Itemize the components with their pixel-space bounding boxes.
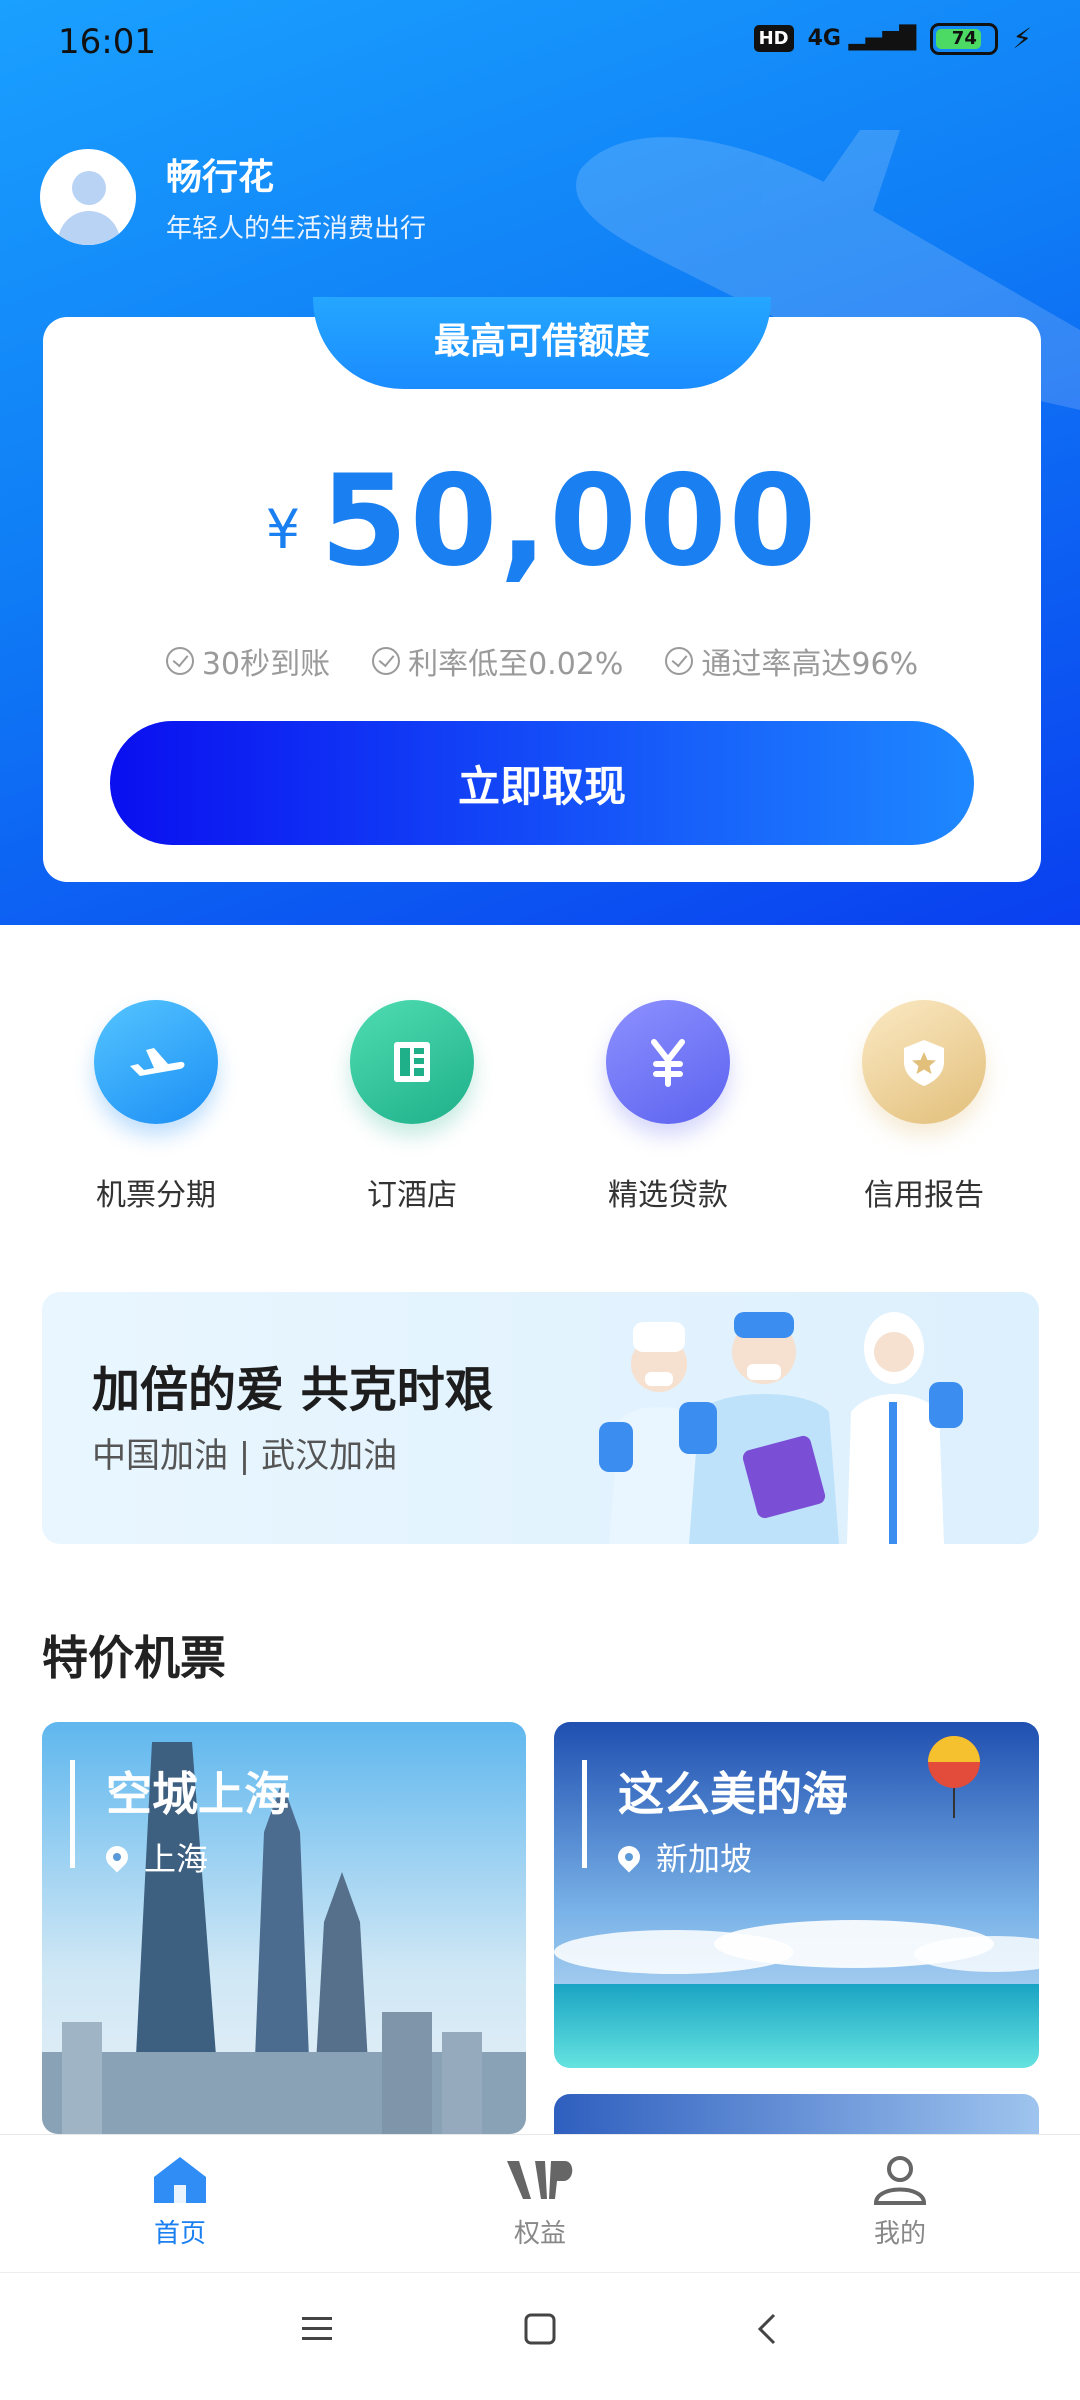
tab-label: 我的 (873, 2219, 926, 2249)
battery-icon: 74 (930, 22, 999, 55)
charging-icon: ⚡ (1012, 22, 1032, 55)
user-slogan: 年轻人的生活消费出行 (166, 214, 427, 244)
quick-action-loans[interactable]: 精选贷款 (540, 1000, 796, 1214)
bottom-tab-bar: 首页 权益 我的 (0, 2134, 1080, 2272)
home-icon (154, 2157, 206, 2203)
special-flights-title: 特价机票 (42, 1631, 226, 1685)
feature-text: 30秒到账 (201, 647, 331, 682)
home-square-icon[interactable] (524, 2313, 556, 2345)
title-accent-bar (70, 1760, 75, 1868)
check-circle-icon (372, 647, 401, 675)
withdraw-button[interactable]: 立即取现 (110, 721, 974, 845)
profile-icon (873, 2156, 927, 2205)
tab-label: 权益 (513, 2219, 566, 2249)
network-type: 4G (807, 26, 841, 51)
back-icon[interactable] (757, 2313, 776, 2345)
feature-item: 利率低至0.02% (372, 639, 623, 683)
credit-limit-tab: 最高可借额度 (313, 297, 771, 389)
feature-list: 30秒到账 利率低至0.02% 通过率高达96% (43, 639, 1041, 683)
feature-text: 通过率高达96% (701, 647, 919, 682)
quick-action-label: 信用报告 (864, 1178, 984, 1213)
location-pin-icon (101, 1841, 133, 1873)
credit-limit-card: 最高可借额度 ¥50,000 30秒到账 利率低至0.02% 通过率高达96% … (43, 297, 1041, 882)
credit-amount: ¥50,000 (43, 447, 1041, 594)
signal-icon: 4G ▂▄▆█ (807, 26, 917, 51)
quick-action-label: 订酒店 (367, 1178, 457, 1213)
user-profile[interactable]: 畅行花 年轻人的生活消费出行 (40, 148, 426, 245)
flight-card-title: 这么美的海 (618, 1767, 848, 1821)
credit-limit-label: 最高可借额度 (433, 321, 650, 362)
promo-banner[interactable]: 加倍的爱 共克时艰 中国加油 | 武汉加油 (42, 1292, 1039, 1544)
vip-icon (507, 2161, 573, 2199)
system-nav-bar (0, 2272, 1080, 2400)
feature-item: 通过率高达96% (665, 639, 918, 683)
shield-star-icon (862, 1000, 986, 1124)
tab-profile[interactable]: 我的 (720, 2135, 1080, 2272)
quick-action-flight-installment[interactable]: 机票分期 (28, 1000, 284, 1214)
flight-card-location: 上海 (101, 1834, 209, 1880)
tab-home[interactable]: 首页 (0, 2135, 360, 2272)
status-time: 16:01 (58, 22, 156, 62)
status-bar: 16:01 HD 4G ▂▄▆█ 74 ⚡ (0, 0, 1080, 84)
menu-icon[interactable] (302, 2317, 332, 2340)
yen-icon (606, 1000, 730, 1124)
currency-symbol: ¥ (265, 498, 301, 561)
medical-staff-illustration (599, 1312, 963, 1544)
airplane-icon (94, 1000, 218, 1124)
tab-benefits[interactable]: 权益 (360, 2135, 720, 2272)
avatar[interactable] (40, 148, 136, 245)
hd-icon: HD (753, 25, 794, 52)
quick-action-label: 机票分期 (96, 1178, 216, 1213)
title-accent-bar (582, 1760, 587, 1868)
feature-item: 30秒到账 (165, 639, 331, 683)
banner-title: 加倍的爱 共克时艰 (92, 1362, 493, 1418)
tab-label: 首页 (153, 2219, 206, 2249)
flight-card-shanghai[interactable]: 空城上海 上海 (42, 1722, 526, 2134)
quick-action-credit-report[interactable]: 信用报告 (796, 1000, 1052, 1214)
check-circle-icon (165, 647, 194, 675)
banner-subtitle: 中国加油 | 武汉加油 (92, 1436, 398, 1476)
location-text: 新加坡 (656, 1840, 753, 1878)
quick-actions: 机票分期 订酒店 精选贷款 信用报告 (0, 1000, 1080, 1214)
location-pin-icon (613, 1841, 645, 1873)
user-name: 畅行花 (166, 157, 275, 198)
quick-action-label: 精选贷款 (608, 1178, 728, 1213)
quick-action-hotel[interactable]: 订酒店 (284, 1000, 540, 1214)
flight-card-location: 新加坡 (613, 1834, 753, 1880)
check-circle-icon (665, 647, 694, 675)
amount-value: 50,000 (320, 447, 819, 594)
feature-text: 利率低至0.02% (408, 647, 624, 682)
flight-card-singapore[interactable]: 这么美的海 新加坡 (554, 1722, 1039, 2068)
battery-level: 74 (951, 27, 977, 49)
flight-card-title: 空城上海 (106, 1767, 290, 1821)
location-text: 上海 (144, 1840, 209, 1878)
hotel-icon (350, 1000, 474, 1124)
